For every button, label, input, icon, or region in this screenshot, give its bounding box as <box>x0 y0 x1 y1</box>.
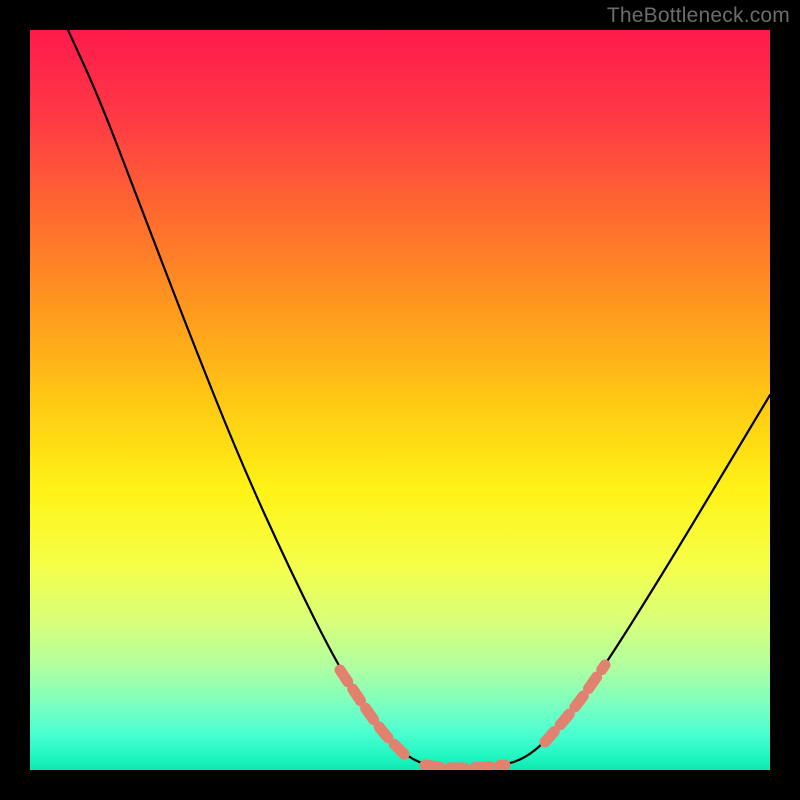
plot-area <box>30 30 770 770</box>
highlight-flat <box>425 765 505 768</box>
curve-layer <box>30 30 770 770</box>
chart-frame: TheBottleneck.com <box>0 0 800 800</box>
bottleneck-curve <box>68 30 770 768</box>
watermark-text: TheBottleneck.com <box>607 4 790 28</box>
highlight-left <box>340 670 405 755</box>
highlight-right <box>545 665 605 742</box>
